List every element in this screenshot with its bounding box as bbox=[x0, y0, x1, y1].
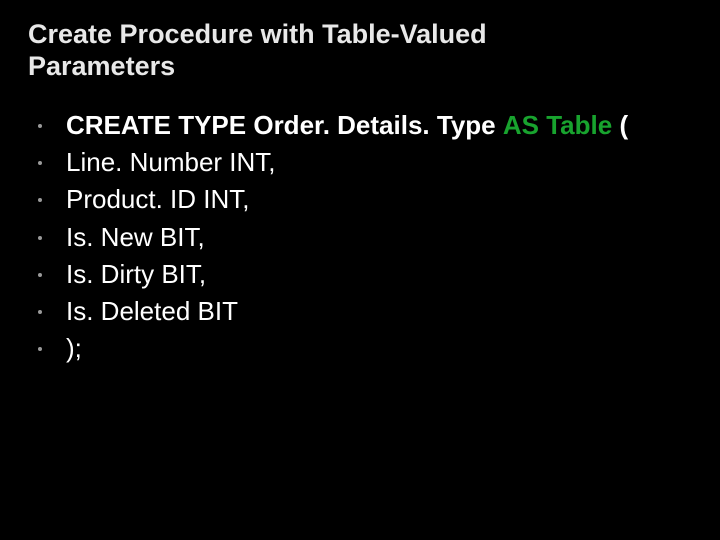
kw-create-type: CREATE TYPE bbox=[66, 110, 246, 140]
kw-as: AS bbox=[503, 110, 539, 140]
type-name: Order. Details. Type bbox=[253, 110, 495, 140]
code-line-6: Is. Deleted BIT bbox=[28, 295, 692, 328]
code-line-3: Product. ID INT, bbox=[28, 183, 692, 216]
open-paren: ( bbox=[619, 110, 628, 140]
code-list: CREATE TYPE Order. Details. Type AS Tabl… bbox=[28, 109, 692, 366]
code-line-4: Is. New BIT, bbox=[28, 221, 692, 254]
slide: Create Procedure with Table-Valued Param… bbox=[0, 0, 720, 540]
code-line-5: Is. Dirty BIT, bbox=[28, 258, 692, 291]
code-line-1: CREATE TYPE Order. Details. Type AS Tabl… bbox=[28, 109, 692, 142]
kw-table: Table bbox=[546, 110, 612, 140]
code-line-7: ); bbox=[28, 332, 692, 365]
code-line-2: Line. Number INT, bbox=[28, 146, 692, 179]
slide-title: Create Procedure with Table-Valued Param… bbox=[28, 18, 588, 83]
